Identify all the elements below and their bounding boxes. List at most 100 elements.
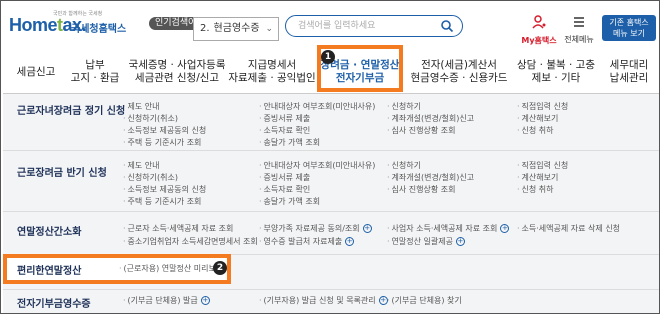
nav-e-invoice[interactable]: 전자(세금)계산서 현금영수증 · 신용카드 — [409, 51, 509, 93]
menu-link[interactable]: · 제도 안내 — [123, 101, 160, 112]
menu-row-label[interactable]: 근로자녀장려금 정기 신청 — [17, 102, 125, 117]
popular-rank: 2. — [200, 23, 210, 34]
menu-link[interactable]: · 계산해보기 — [517, 113, 558, 124]
nav-tax-agent[interactable]: 세무대리 납세관리 — [601, 51, 657, 93]
search-bar — [285, 15, 463, 37]
row-divider — [3, 289, 659, 290]
menu-link[interactable]: · (기부금 단체용) 찾기 — [387, 295, 462, 306]
nav-certificates[interactable]: 국세증명 · 사업자등록 세금관련 신청/신고 — [128, 51, 226, 93]
step-marker-1: 1 — [321, 50, 335, 64]
nav-payment-statement[interactable]: 지급명세서 자료제출 · 공익법인 — [228, 51, 316, 93]
menu-row-label[interactable]: 전자기부금영수증 — [17, 295, 91, 310]
menu-link[interactable]: · 신청 취하 — [517, 184, 554, 195]
menu-link[interactable]: · 부양가족 자료제공 동의/조회 + — [259, 223, 372, 234]
menu-link[interactable]: · 직접입력 신청 — [517, 160, 568, 171]
old-hometax-line2: 메뉴 보기 — [613, 29, 645, 38]
menu-row-regular-incentive: 근로자녀장려금 정기 신청 · 제도 안내 · 신청하기(취소) · 소득정보 제공동… — [3, 94, 659, 147]
row-divider — [3, 211, 659, 212]
menu-row-year-end-simplified: 연말정산간소화 · 근로자 소득·세액공제 자료 조회 · 중소기업취업자 소득세감… — [3, 218, 659, 254]
nav-label: 세금관련 신청/신고 — [134, 72, 220, 84]
all-menu-label: 전체메뉴 — [564, 35, 594, 44]
nav-label: 지급명세서 — [247, 59, 297, 71]
menu-link[interactable]: · 주택 등 기준시가 조회 — [123, 137, 201, 148]
nav-payment[interactable]: 납부 고지 · 환급 — [65, 51, 125, 93]
menu-link[interactable]: · 신청하기(취소) — [123, 113, 178, 124]
menu-row-e-donation-receipt: 전자기부금영수증 · (기부금 단체용) 발급 + · (기부자용) 발급 신청 및 … — [3, 292, 659, 312]
menu-link[interactable]: · 심사 진행상황 조회 — [387, 125, 456, 136]
menu-link[interactable]: · 소득자료 확인 — [259, 184, 310, 195]
search-input[interactable] — [298, 19, 438, 33]
menu-row-label[interactable]: 근로장려금 반기 신청 — [17, 164, 107, 179]
easy-year-end-highlight: 편리한연말정산 · (근로자용) 연말정산 미리보기 2 — [3, 254, 231, 284]
menu-link[interactable]: · 증빙서류 제출 — [259, 113, 310, 124]
popular-term: 현금영수증 — [213, 23, 260, 34]
menu-row-half-year-incentive: 근로장려금 반기 신청 · 제도 안내 · 신청하기(취소) · 소득정보 제공동의 … — [3, 156, 659, 209]
menu-link[interactable]: · 소득·세액공제 자료 삭제 신청 — [517, 223, 620, 234]
menu-link[interactable]: · 송달가 가액 조회 — [259, 137, 320, 148]
nav-label: 상담 · 불복 · 고충 — [517, 59, 595, 71]
menu-row-label[interactable]: 연말정산간소화 — [17, 223, 81, 238]
chevron-down-icon: ⌄ — [265, 24, 273, 34]
menu-link[interactable]: · (근로자용) 연말정산 미리보기 — [119, 263, 223, 274]
all-menu-button[interactable]: 전체메뉴 — [562, 14, 596, 45]
nav-label: 전자(세금)계산서 — [421, 59, 497, 71]
menu-link[interactable]: · 안내대상자 여부조회(미안내사유) — [259, 160, 375, 171]
nav-label: 자료제출 · 공익법인 — [228, 72, 316, 84]
nav-label: 제보 · 기타 — [531, 72, 581, 84]
menu-link[interactable]: · 사업자 소득·세액공제 자료 조회 + — [387, 223, 510, 234]
menu-link[interactable]: · 연말정산 일괄제공 + — [387, 236, 465, 247]
logo-word-home: Home — [9, 15, 58, 35]
user-icon — [532, 15, 546, 29]
menu-link[interactable]: · 계좌개설(변경/철회)신고 — [387, 113, 474, 124]
menu-link[interactable]: · 소득정보 제공동의 신청 — [123, 184, 206, 195]
menu-link[interactable]: · 직접입력 신청 — [517, 101, 568, 112]
logo-org-name: 국세청홈택스 — [71, 24, 127, 35]
menu-link[interactable]: · 안내대상자 여부조회(미안내사유) — [259, 101, 375, 112]
plus-icon[interactable]: + — [345, 237, 355, 246]
menu-link[interactable]: · 제도 안내 — [123, 160, 160, 171]
menu-link[interactable]: · (기부자용) 발급 신청 및 목록관리 + — [259, 295, 388, 306]
menu-link[interactable]: · 증빙서류 제출 — [259, 172, 310, 183]
menu-row-label[interactable]: 편리한연말정산 — [17, 262, 81, 277]
row-divider — [3, 150, 659, 151]
menu-link[interactable]: · 주택 등 기준시가 조회 — [123, 196, 201, 207]
plus-icon[interactable]: + — [200, 296, 210, 305]
nav-label: 국세증명 · 사업자등록 — [128, 59, 226, 71]
popular-search-select[interactable]: 2. 현금영수증 ⌄ — [193, 17, 279, 41]
nav-label: 현금영수증 · 신용카드 — [410, 72, 508, 84]
menu-link[interactable]: · 신청하기 — [387, 101, 421, 112]
nav-label: 납부 — [85, 59, 105, 71]
my-hometax-button[interactable]: My홈택스 — [521, 14, 557, 46]
menu-link[interactable]: · 근로자 소득·세액공제 자료 조회 — [123, 223, 233, 234]
hometax-window: 국민과 함께하는 국세청 Hometax. 국세청홈택스 인기검색어 2. 현금… — [0, 0, 660, 314]
menu-link[interactable]: · 신청 취하 — [517, 125, 554, 136]
step-marker-2: 2 — [213, 261, 227, 275]
nav-tax-return[interactable]: 세금신고 — [11, 51, 61, 93]
menu-link[interactable]: · 소득자료 확인 — [259, 125, 310, 136]
nav-label: 납세관리 — [609, 72, 649, 84]
menu-link[interactable]: · 소득정보 제공동의 신청 — [123, 125, 206, 136]
plus-icon[interactable]: + — [455, 237, 465, 246]
menu-link[interactable]: · 계산해보기 — [517, 172, 558, 183]
menu-link[interactable]: · 신청하기 — [387, 160, 421, 171]
menu-link[interactable]: · (기부금 단체용) 발급 + — [123, 295, 210, 306]
nav-label: 세무대리 — [609, 59, 649, 71]
menu-link[interactable]: · 영수증 발급처 자료제출 + — [259, 236, 355, 247]
old-hometax-menu-button[interactable]: 기존 홈택스 메뉴 보기 — [602, 15, 656, 41]
menu-link[interactable]: · 중소기업취업자 소득세감면명세서 조회 — [123, 236, 258, 247]
nav-consultation[interactable]: 상담 · 불복 · 고충 제보 · 기타 — [515, 51, 597, 93]
nav-label: 고지 · 환급 — [70, 72, 120, 84]
plus-icon[interactable]: + — [362, 224, 372, 233]
menu-link[interactable]: · 계좌개설(변경/철회)신고 — [387, 172, 474, 183]
menu-link[interactable]: · 신청하기(취소) — [123, 172, 178, 183]
my-hometax-label: My홈택스 — [521, 36, 557, 45]
old-hometax-line1: 기존 홈택스 — [609, 18, 649, 27]
search-icon[interactable] — [440, 19, 454, 33]
plus-icon[interactable]: + — [500, 224, 510, 233]
hamburger-icon — [574, 17, 584, 27]
menu-link[interactable]: · 송달가 가액 조회 — [259, 196, 320, 207]
top-header: 국민과 함께하는 국세청 Hometax. 국세청홈택스 인기검색어 2. 현금… — [1, 1, 660, 47]
hometax-logo[interactable]: 국민과 함께하는 국세청 Hometax. 국세청홈택스 — [9, 11, 126, 39]
nav-label: 세금신고 — [16, 65, 56, 78]
menu-link[interactable]: · 심사 진행상황 조회 — [387, 184, 456, 195]
